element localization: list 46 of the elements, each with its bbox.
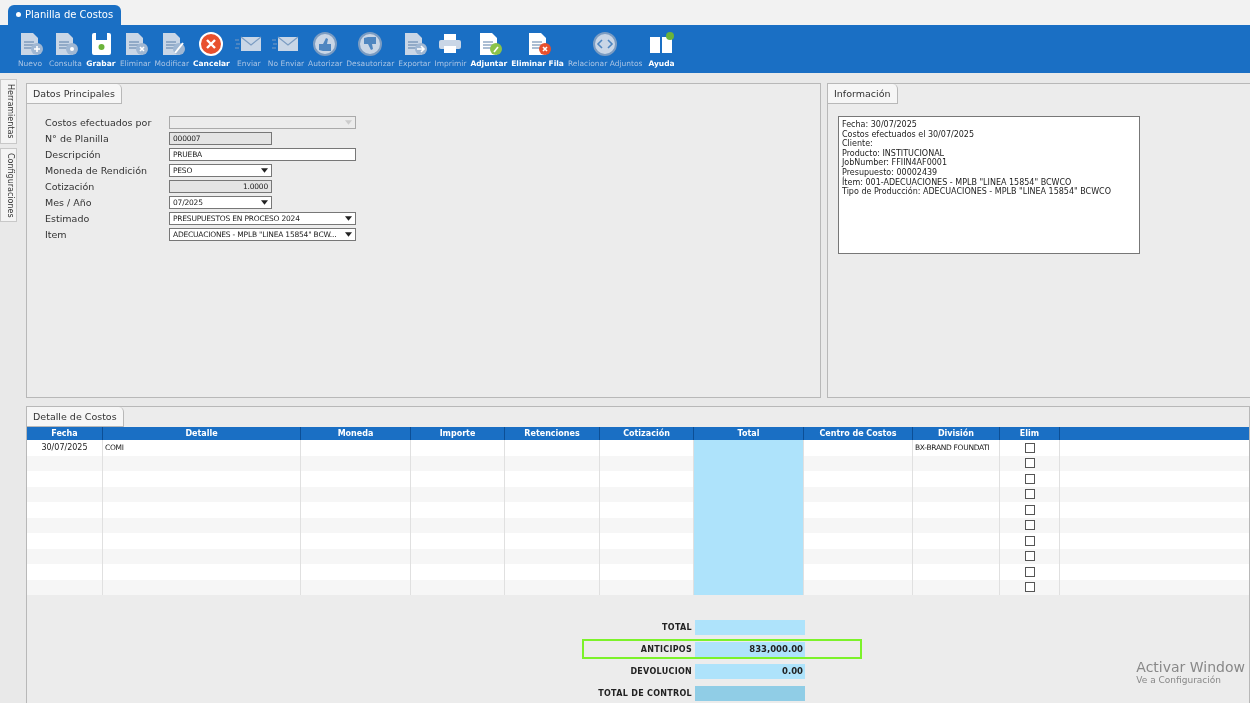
checkbox[interactable] <box>1024 566 1035 577</box>
caret-icon <box>345 120 352 125</box>
activation-notice-subtitle: Ve a Configuración <box>1136 675 1222 685</box>
checkbox[interactable] <box>1024 551 1035 562</box>
info-line: Ítem: 001-ADECUACIONES - MPLB "LINEA 15854" BCWCO <box>842 177 1073 187</box>
checkbox[interactable] <box>1024 582 1035 593</box>
info-line: Tipo de Producción: ADECUACIONES - MPLB "LINEA 15854" BCWCO <box>842 187 1112 197</box>
panel-tab[interactable]: Datos Principales <box>27 84 122 104</box>
field-label: Estimado <box>45 213 91 224</box>
info-line: Presupuesto: 00002439 <box>842 167 939 177</box>
total-value-field: 0.00 <box>695 663 805 679</box>
checkbox[interactable] <box>1024 473 1035 484</box>
field-label: Moneda de Rendición <box>45 165 149 176</box>
caret-icon <box>345 216 352 221</box>
field-label: N° de Planilla <box>45 133 110 144</box>
total-label: TOTAL <box>661 622 692 632</box>
info-line: JobNumber: FFIIN4AF0001 <box>842 158 948 168</box>
info-line: Producto: INSTITUCIONAL <box>842 148 946 158</box>
window-tab[interactable]: Planilla de Costos <box>8 5 122 25</box>
info-line: Costos efectuados el 30/07/2025 <box>842 129 976 139</box>
field-label: Descripción <box>45 149 102 160</box>
checkbox[interactable] <box>1024 489 1035 500</box>
checkbox[interactable] <box>1024 442 1035 453</box>
checkbox[interactable] <box>1024 458 1035 469</box>
caret-icon <box>261 168 268 173</box>
activation-notice: Activar Window <box>1136 659 1245 675</box>
field-label: Costos efectuados por <box>45 117 153 128</box>
info-line: Cliente: <box>842 139 874 149</box>
total-label: ANTICIPOS <box>639 644 692 654</box>
checkbox[interactable] <box>1024 504 1035 515</box>
checkbox[interactable] <box>1024 520 1035 531</box>
table-cell: 30/07/2025 <box>41 443 88 453</box>
field-label: Cotización <box>45 181 96 192</box>
caret-icon <box>261 200 268 205</box>
side-tab[interactable]: Herramientas <box>0 79 17 144</box>
total-value-field: 833,000.00 <box>695 641 805 657</box>
field-label: Mes / Año <box>45 197 93 208</box>
total-label: DEVOLUCION <box>629 666 692 676</box>
checkbox[interactable] <box>1024 535 1035 546</box>
panel-tab[interactable]: Detalle de Costos <box>27 407 124 427</box>
total-label: TOTAL DE CONTROL <box>597 688 692 698</box>
panel-tab[interactable]: Información <box>828 84 898 104</box>
field-label: Item <box>45 229 68 240</box>
caret-icon <box>345 232 352 237</box>
side-tab[interactable]: Configuraciones <box>0 147 17 223</box>
info-line: Fecha: 30/07/2025 <box>842 120 918 130</box>
